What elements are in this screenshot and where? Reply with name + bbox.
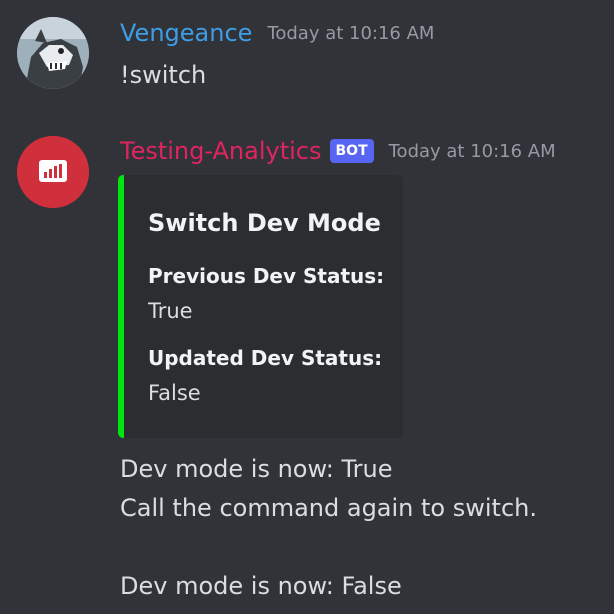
wolf-avatar-icon (17, 17, 89, 89)
message-header: Testing-Analytics BOT Today at 10:16 AM (120, 137, 556, 165)
user-avatar[interactable] (17, 17, 89, 89)
embed-title: Switch Dev Mode (148, 209, 381, 237)
message-content-line: Dev mode is now: False (120, 572, 402, 600)
message-content: !switch (120, 61, 207, 89)
embed-field-value: False (148, 381, 201, 405)
embed-field-value: True (148, 299, 193, 323)
embed-field-name: Previous Dev Status: (148, 264, 385, 288)
message-header: Vengeance Today at 10:16 AM (120, 19, 434, 47)
embed-card: Switch Dev Mode Previous Dev Status: Tru… (118, 175, 403, 438)
author-name[interactable]: Vengeance (120, 19, 252, 47)
message-content-line: Dev mode is now: True (120, 455, 393, 483)
message-timestamp: Today at 10:16 AM (267, 22, 435, 44)
embed-field-name: Updated Dev Status: (148, 346, 383, 370)
message-content-line: Call the command again to switch. (120, 494, 537, 522)
bot-tag: BOT (329, 139, 374, 163)
bot-avatar[interactable] (17, 136, 89, 208)
message-timestamp: Today at 10:16 AM (388, 140, 556, 162)
author-name[interactable]: Testing-Analytics (120, 137, 322, 165)
bar-chart-icon (17, 136, 89, 208)
